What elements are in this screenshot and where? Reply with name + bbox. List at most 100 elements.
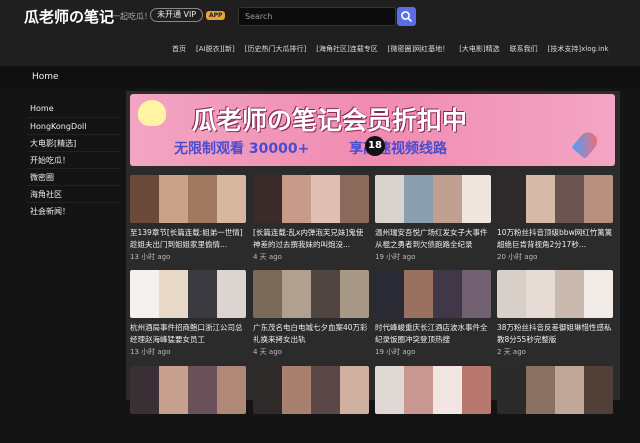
post-thumbnail[interactable]	[130, 366, 246, 414]
breadcrumb[interactable]: Home	[32, 72, 59, 82]
vip-status-button[interactable]: 未开通 VIP	[150, 8, 204, 22]
thumbnail-panel	[497, 366, 526, 414]
adult-badge-icon: 18	[365, 136, 385, 156]
promo-banner[interactable]: 瓜老师の笔记会员折扣中 无限制观看 30000+ 享高速视频线路 18	[130, 94, 615, 166]
post-title[interactable]: 温州瑞安吾悦广场红发女子大事件从棍之勇者到欠债跑路全纪录	[375, 227, 491, 251]
thumbnail-panel	[159, 270, 188, 318]
thumbnail-panel	[433, 366, 462, 414]
site-slogan: 一起吃瓜！	[112, 12, 152, 21]
thumbnail-panel	[253, 270, 282, 318]
post-thumbnail[interactable]	[130, 270, 246, 318]
thumbnail-panel	[375, 366, 404, 414]
post-card[interactable]: 杭州酒局事件招商鲍口浙江公司总经理赵海峰猛要女员工 13 小时 ago	[130, 270, 246, 357]
thumbnail-panel	[497, 270, 526, 318]
post-card[interactable]: 10万粉丝抖音顶级bbw网红竹篱篱超绝巨肯背视角2分17秒... 20 小时 ag…	[497, 175, 613, 262]
banner-subtitle-left: 无限制观看 30000+	[174, 141, 310, 157]
post-thumbnail[interactable]	[130, 175, 246, 223]
post-card[interactable]: 38万粉丝抖音反差御姐琳惜性感私教8分55秒完整版 2 天 ago	[497, 270, 613, 357]
banner-subtitle-right: 享高速视频线路	[349, 141, 448, 157]
nav-contact[interactable]: 联系我们	[510, 44, 538, 54]
post-thumbnail[interactable]	[253, 175, 369, 223]
post-time: 19 小时 ago	[375, 348, 416, 356]
thumbnail-panel	[462, 366, 491, 414]
post-thumbnail[interactable]	[375, 175, 491, 223]
post-title[interactable]	[497, 418, 613, 442]
sidebar-item-haijiao[interactable]: 海角社区	[27, 185, 120, 202]
search-input[interactable]	[238, 7, 396, 26]
post-card[interactable]: 时代峰峻重庆长江酒店波水事件全纪录饭圈冲突登顶热搜 19 小时 ago	[375, 270, 491, 357]
nav-weimiquan[interactable]: [微密圈]网红基地！	[388, 44, 449, 54]
thumbnail-panel	[375, 175, 404, 223]
thumbnail-panel	[404, 270, 433, 318]
thumbnail-panel	[526, 270, 555, 318]
thumbnail-panel	[311, 270, 340, 318]
nav-ai[interactable]: [AI脱衣][新]	[196, 44, 235, 54]
post-time: 20 小时 ago	[497, 253, 538, 261]
rocket-icon	[571, 129, 601, 159]
sidebar-item-weimiquan[interactable]: 微密圈	[27, 168, 120, 185]
banner-subtitle: 无限制观看 30000+ 享高速视频线路	[174, 138, 447, 158]
sidebar-item-start[interactable]: 开始吃瓜！	[27, 151, 120, 168]
post-time: 4 天 ago	[253, 348, 282, 356]
search-button[interactable]	[397, 7, 416, 26]
post-thumbnail[interactable]	[375, 270, 491, 318]
post-title[interactable]: 至139章节[长篇连载:姐弟一世情]趁姐夫出门到姐姐家里偷情...	[130, 227, 246, 251]
thumbnail-panel	[433, 270, 462, 318]
post-title[interactable]: 38万粉丝抖音反差御姐琳惜性感私教8分55秒完整版	[497, 322, 613, 346]
thumbnail-panel	[159, 366, 188, 414]
breadcrumb-bar	[0, 66, 640, 88]
nav-movies[interactable]: [大电影]精选	[459, 44, 499, 54]
site-logo[interactable]: 瓜老师の笔记	[24, 6, 114, 27]
thumbnail-panel	[282, 366, 311, 414]
thumbnail-panel	[584, 270, 613, 318]
sidebar-item-movies[interactable]: 大电影[精选]	[27, 134, 120, 151]
thumbnail-panel	[159, 175, 188, 223]
post-card[interactable]: 广东茂名电白电城七夕血案40万彩礼换来拷女出轨 4 天 ago	[253, 270, 369, 357]
app-badge[interactable]: APP	[206, 11, 226, 20]
sidebar-item-news[interactable]: 社会新闻！	[27, 202, 120, 219]
megaphone-icon	[138, 100, 166, 126]
post-title[interactable]: [长篇连载:乱x内弹泡芙兄妹]鬼使神差的过去撰我妹的叫炮没...	[253, 227, 369, 251]
post-card[interactable]: 温州瑞安吾悦广场红发女子大事件从棍之勇者到欠债跑路全纪录 19 小时 ago	[375, 175, 491, 262]
sidebar-item-hongkongdoll[interactable]: HongKongDoll	[27, 117, 120, 134]
thumbnail-panel	[433, 175, 462, 223]
thumbnail-panel	[217, 366, 246, 414]
nav-history-ranking[interactable]: [历史热门大瓜排行]	[245, 44, 306, 54]
post-title[interactable]: 10万粉丝抖音顶级bbw网红竹篱篱超绝巨肯背视角2分17秒...	[497, 227, 613, 251]
post-title[interactable]	[130, 418, 246, 442]
thumbnail-panel	[526, 366, 555, 414]
post-card[interactable]	[375, 366, 491, 443]
post-thumbnail[interactable]	[375, 366, 491, 414]
site-header: 瓜老师の笔记 一起吃瓜！ 未开通 VIP APP 首页 [AI脱衣][新] [历…	[0, 0, 640, 66]
post-thumbnail[interactable]	[497, 175, 613, 223]
post-thumbnail[interactable]	[497, 270, 613, 318]
post-card[interactable]	[253, 366, 369, 443]
post-time: 2 天 ago	[497, 348, 526, 356]
post-card[interactable]: [长篇连载:乱x内弹泡芙兄妹]鬼使神差的过去撰我妹的叫炮没... 4 天 ago	[253, 175, 369, 262]
nav-home[interactable]: 首页	[172, 44, 186, 54]
nav-tech-support[interactable]: [技术支持]xlog.ink	[548, 44, 609, 54]
post-card[interactable]: 至139章节[长篇连载:姐弟一世情]趁姐夫出门到姐姐家里偷情... 13 小时 a…	[130, 175, 246, 262]
post-card[interactable]	[497, 366, 613, 443]
thumbnail-panel	[282, 270, 311, 318]
post-thumbnail[interactable]	[253, 270, 369, 318]
thumbnail-panel	[340, 270, 369, 318]
post-thumbnail[interactable]	[497, 366, 613, 414]
thumbnail-panel	[555, 175, 584, 223]
thumbnail-panel	[217, 175, 246, 223]
thumbnail-panel	[188, 175, 217, 223]
post-title[interactable]: 时代峰峻重庆长江酒店波水事件全纪录饭圈冲突登顶热搜	[375, 322, 491, 346]
top-nav: 首页 [AI脱衣][新] [历史热门大瓜排行] [海角社区]连载专区 [微密圈]…	[172, 44, 609, 54]
nav-haijiao[interactable]: [海角社区]连载专区	[316, 44, 377, 54]
thumbnail-panel	[253, 366, 282, 414]
post-time: 19 小时 ago	[375, 253, 416, 261]
post-title[interactable]	[253, 418, 369, 442]
post-thumbnail[interactable]	[253, 366, 369, 414]
thumbnail-panel	[375, 270, 404, 318]
thumbnail-panel	[555, 366, 584, 414]
post-title[interactable]: 广东茂名电白电城七夕血案40万彩礼换来拷女出轨	[253, 322, 369, 346]
post-card[interactable]	[130, 366, 246, 443]
post-title[interactable]: 杭州酒局事件招商鲍口浙江公司总经理赵海峰猛要女员工	[130, 322, 246, 346]
sidebar-item-home[interactable]: Home	[27, 100, 120, 117]
post-title[interactable]	[375, 418, 491, 442]
